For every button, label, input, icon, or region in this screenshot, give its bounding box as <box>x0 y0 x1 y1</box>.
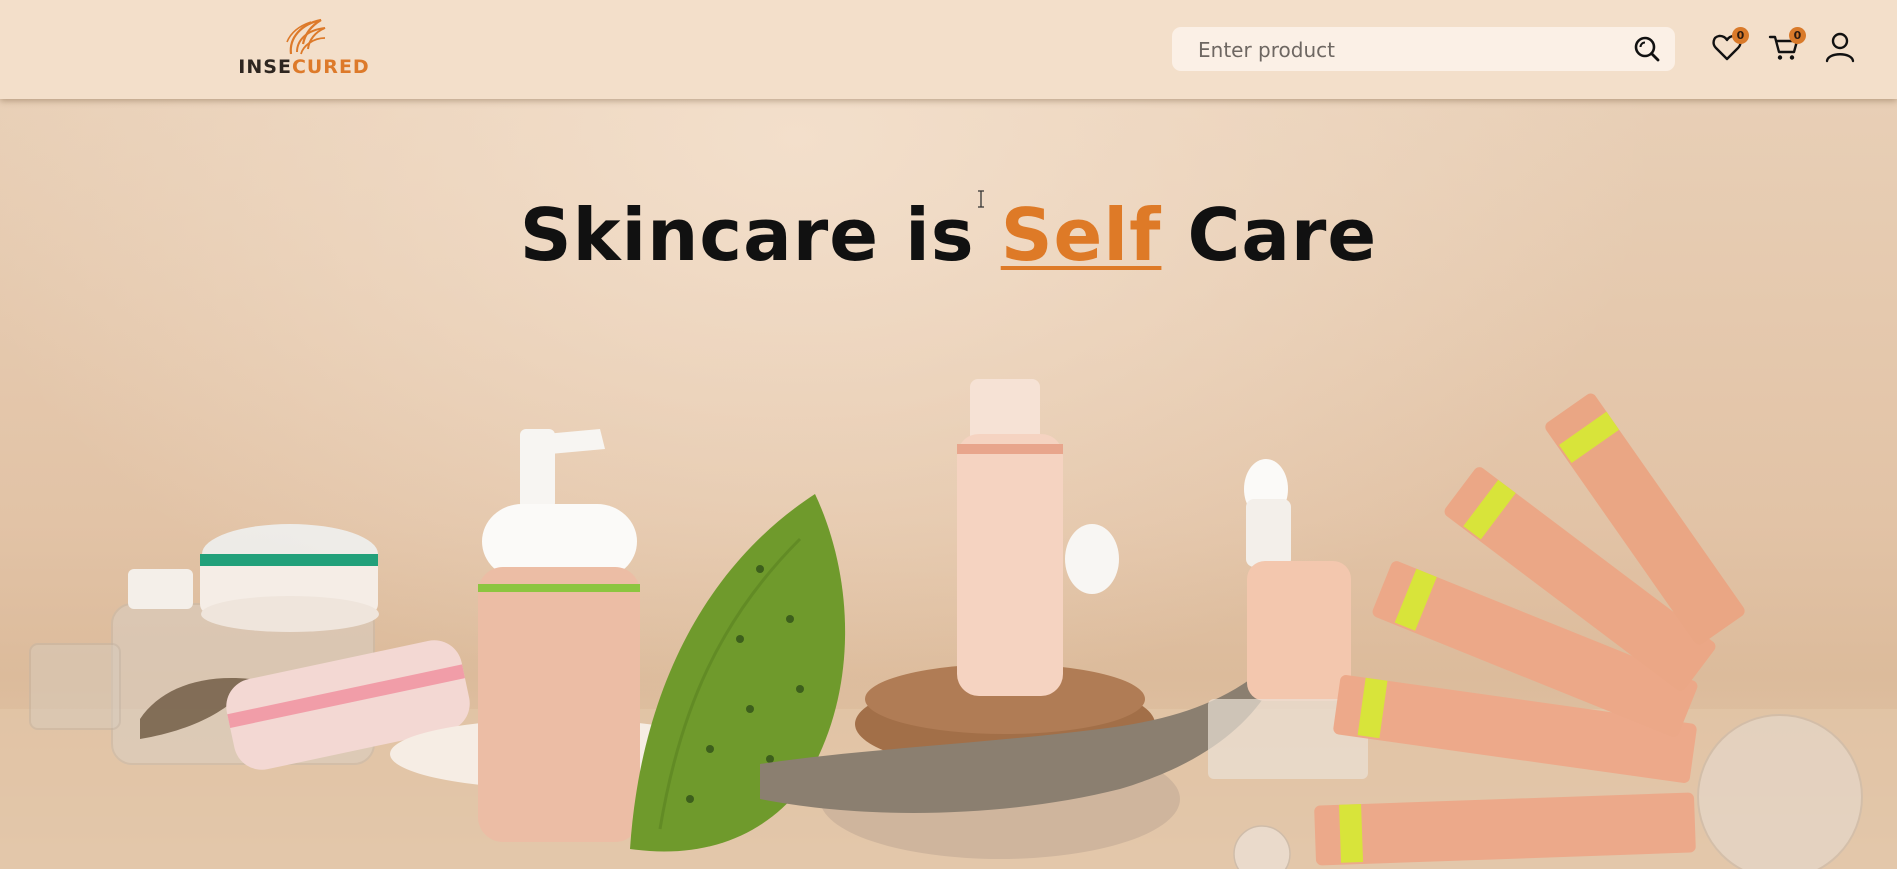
user-icon <box>1825 32 1855 63</box>
wishlist-count-badge: 0 <box>1732 27 1749 44</box>
site-header: INSECURED 0 0 <box>0 0 1897 99</box>
cart-count-badge: 0 <box>1789 27 1806 44</box>
pump-bottle-image <box>478 429 640 842</box>
account-button[interactable] <box>1824 30 1856 64</box>
hero-title-after: Care <box>1161 193 1378 277</box>
toner-bottle-image <box>957 379 1119 696</box>
wishlist-button[interactable]: 0 <box>1711 27 1749 64</box>
search-input[interactable] <box>1196 27 1620 73</box>
search-icon[interactable] <box>1633 35 1661 63</box>
logo-feather-icon <box>286 18 326 55</box>
logo-text-dark: INSE <box>238 56 292 78</box>
search-bar <box>1172 27 1675 73</box>
logo-wordmark: INSECURED <box>238 56 370 78</box>
hero-banner: Skincare is Self Care <box>0 99 1897 869</box>
hero-title: Skincare is Self Care <box>0 193 1897 277</box>
hero-title-before: Skincare is <box>519 193 1001 277</box>
green-jar-image <box>200 524 379 632</box>
hero-title-accent-link[interactable]: Self <box>1001 193 1162 277</box>
site-logo[interactable]: INSECURED <box>238 18 370 80</box>
text-cursor-icon <box>978 190 984 208</box>
cart-button[interactable]: 0 <box>1768 27 1806 64</box>
logo-text-accent: CURED <box>291 56 370 78</box>
